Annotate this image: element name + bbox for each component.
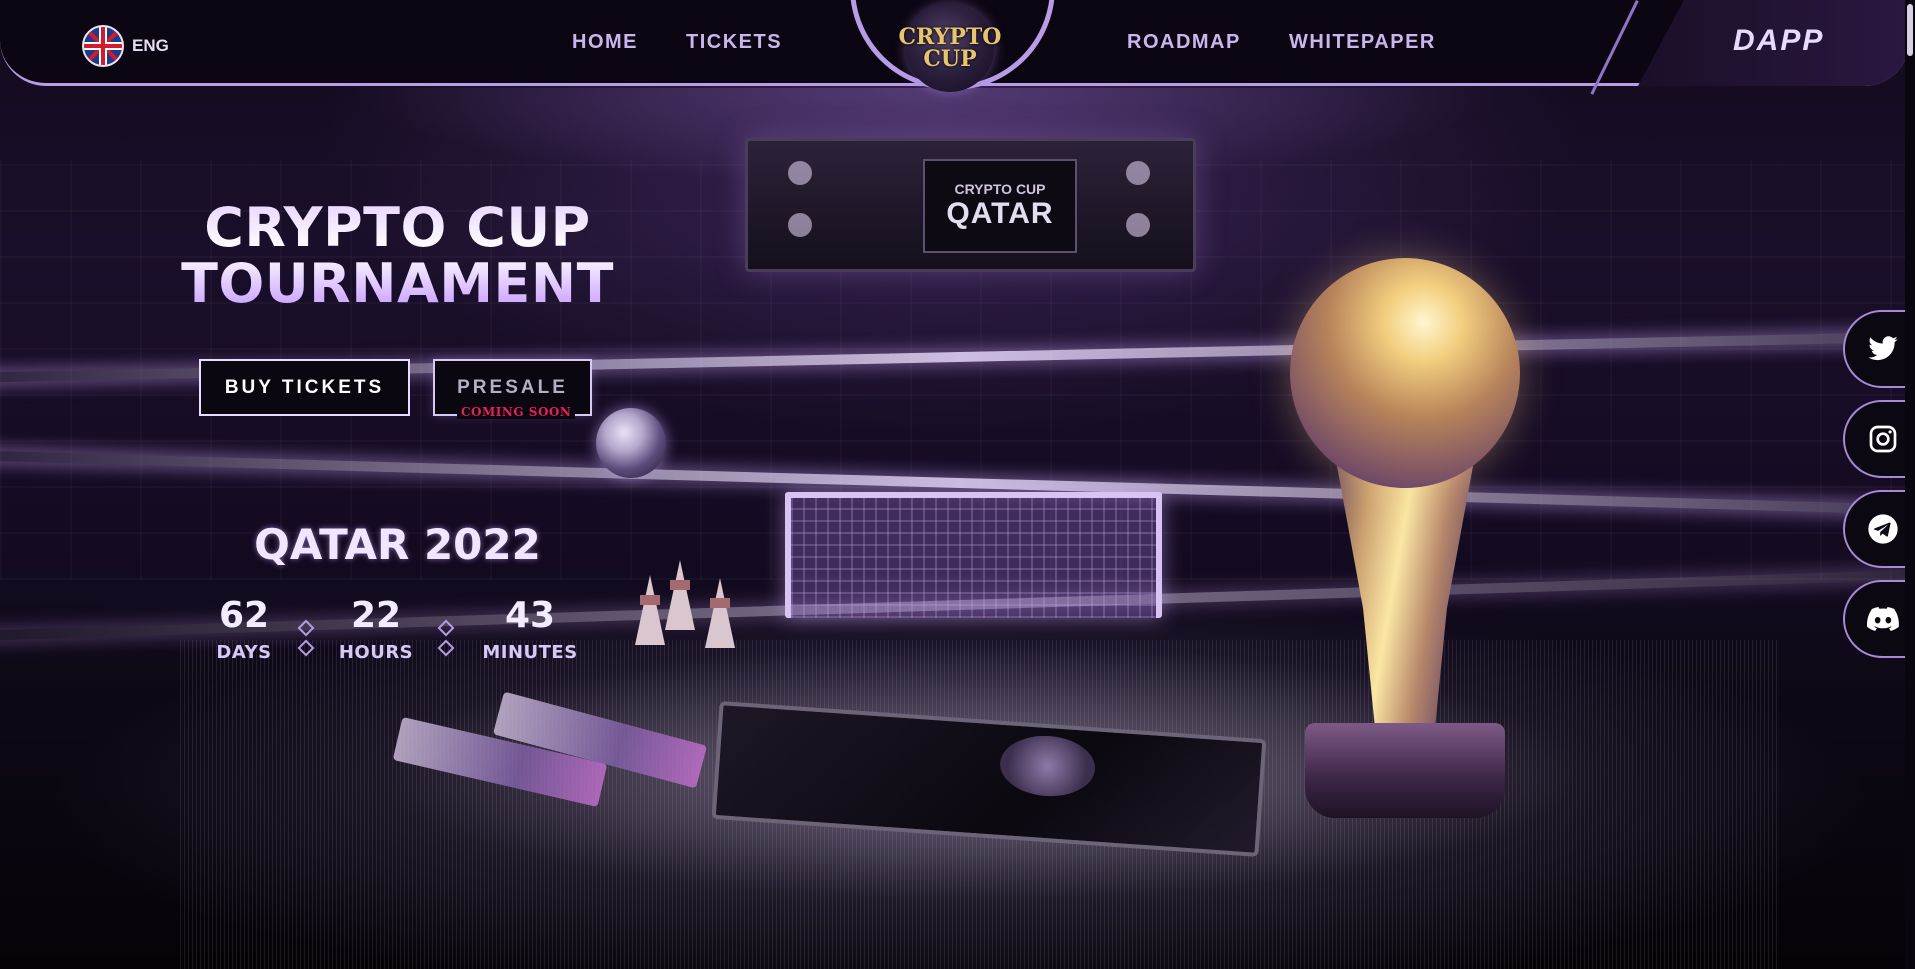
countdown-days-value: 62 bbox=[218, 595, 270, 636]
dapp-button[interactable]: DAPP bbox=[1733, 24, 1824, 58]
scoreboard-screen: CRYPTO CUP QATAR bbox=[923, 159, 1077, 253]
scoreboard-light bbox=[1126, 213, 1150, 237]
scoreboard-small-text: CRYPTO CUP bbox=[954, 181, 1046, 197]
countdown-separator bbox=[297, 618, 315, 662]
hero-title: CRYPTO CUP TOURNAMENT bbox=[150, 200, 645, 312]
language-label: ENG bbox=[132, 36, 169, 55]
scoreboard: CRYPTO CUP QATAR bbox=[745, 138, 1196, 272]
traffic-cone-image bbox=[635, 575, 665, 645]
instagram-icon bbox=[1869, 425, 1897, 453]
soccer-goal bbox=[785, 492, 1162, 618]
countdown-hours-value: 22 bbox=[350, 595, 402, 636]
logo-text-line2: CUP bbox=[923, 46, 977, 72]
countdown-hours: 22 HOURS bbox=[336, 595, 416, 664]
buy-tickets-button[interactable]: BUY TICKETS bbox=[199, 359, 410, 416]
countdown-minutes: 43 MINUTES bbox=[478, 595, 582, 664]
scoreboard-light bbox=[788, 161, 812, 185]
logo-text-line1: CRYPTO bbox=[898, 24, 1002, 50]
countdown-days: 62 DAYS bbox=[207, 595, 281, 664]
countdown-minutes-label: MINUTES bbox=[482, 642, 578, 663]
tickets-image bbox=[392, 691, 708, 808]
trophy-globe bbox=[1290, 258, 1520, 488]
hero-title-line2: TOURNAMENT bbox=[181, 252, 614, 315]
twitter-icon bbox=[1868, 336, 1898, 361]
telegram-icon bbox=[1868, 514, 1898, 544]
traffic-cone-image bbox=[705, 578, 735, 648]
scoreboard-light bbox=[1126, 161, 1150, 185]
scrollbar-thumb[interactable] bbox=[1907, 4, 1913, 56]
dapp-divider bbox=[1590, 0, 1639, 95]
trophy-base bbox=[1305, 723, 1505, 818]
traffic-cone-image bbox=[665, 560, 695, 630]
card-pack-logo bbox=[998, 732, 1098, 800]
crypto-cup-logo[interactable]: CRYPTO CUP bbox=[899, 4, 1001, 92]
uk-flag-icon bbox=[82, 25, 124, 67]
discord-icon bbox=[1867, 607, 1899, 631]
language-selector[interactable]: ENG bbox=[82, 25, 169, 67]
page-scrollbar[interactable] bbox=[1905, 0, 1915, 969]
countdown-hours-label: HOURS bbox=[338, 642, 414, 663]
stadium-background: CRYPTO CUP QATAR bbox=[0, 0, 1915, 969]
nav-roadmap[interactable]: ROADMAP bbox=[1127, 31, 1241, 54]
scoreboard-big-text: QATAR bbox=[946, 197, 1054, 230]
logo-text: CRYPTO CUP bbox=[899, 26, 1002, 70]
nav-home[interactable]: HOME bbox=[572, 31, 638, 54]
countdown-days-label: DAYS bbox=[216, 642, 272, 663]
countdown-minutes-value: 43 bbox=[504, 595, 556, 636]
countdown-separator bbox=[437, 618, 455, 662]
nav-whitepaper[interactable]: WHITEPAPER bbox=[1289, 31, 1436, 54]
soccer-ball-image bbox=[596, 408, 666, 478]
nav-tickets[interactable]: TICKETS bbox=[686, 31, 782, 54]
trophy-image bbox=[1290, 258, 1520, 838]
hero-title-line1: CRYPTO CUP bbox=[204, 196, 591, 259]
scoreboard-light bbox=[788, 213, 812, 237]
presale-coming-soon-label: COMING SOON bbox=[457, 405, 576, 419]
event-title: QATAR 2022 bbox=[254, 520, 541, 569]
